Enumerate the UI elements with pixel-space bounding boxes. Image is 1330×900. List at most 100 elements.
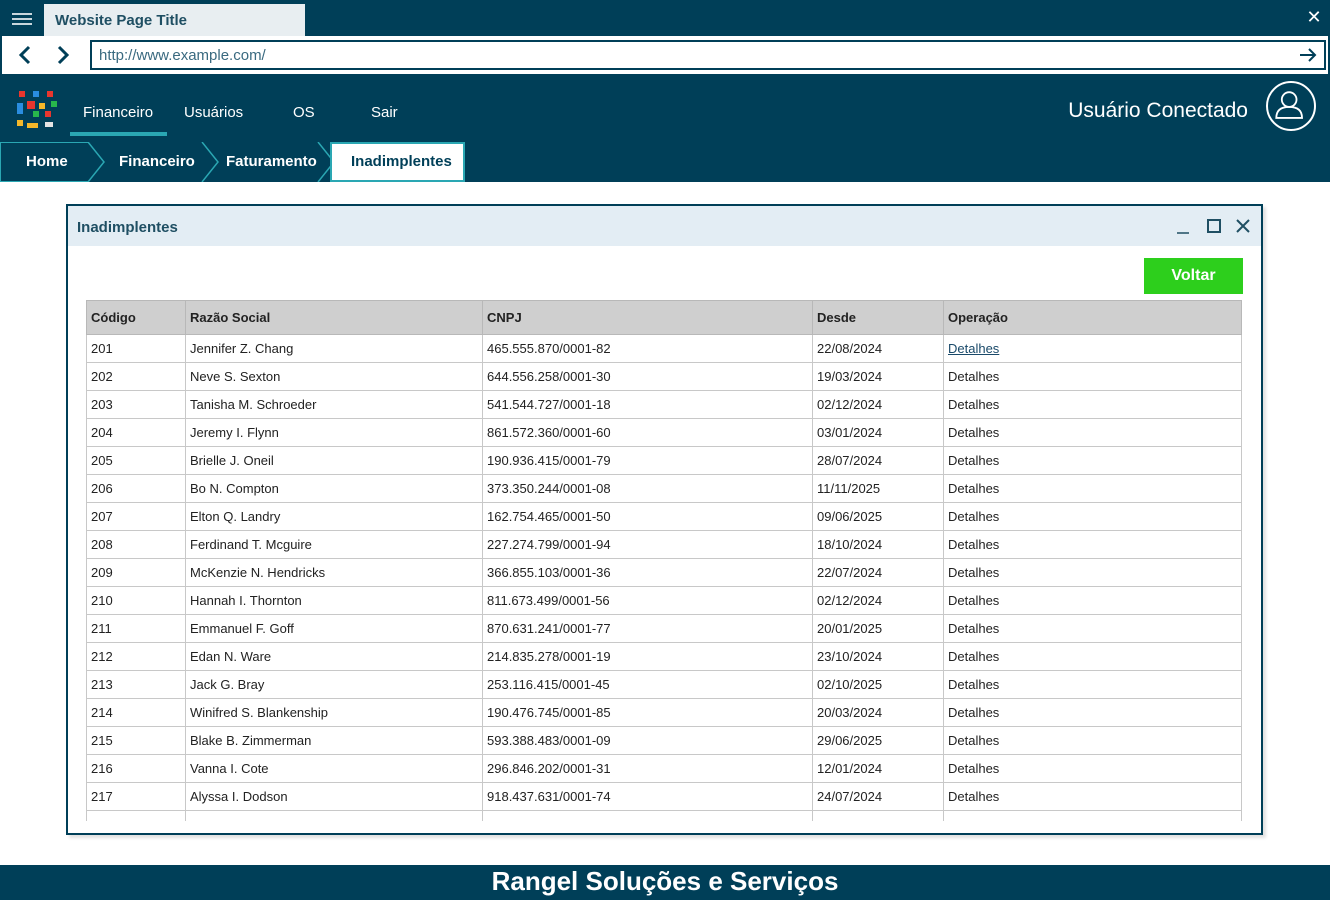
minimize-icon[interactable] (1173, 216, 1193, 236)
column-header-codigo[interactable]: Código (86, 300, 186, 335)
cell-razao-social: Bo N. Compton (185, 474, 483, 503)
table-row[interactable]: 203 Tanisha M. Schroeder 541.544.727/0001-… (86, 390, 1242, 419)
cell-razao-social: Blake B. Zimmerman (185, 726, 483, 755)
table-row[interactable]: 205 Brielle J. Oneil 190.936.415/0001-79 28… (86, 446, 1242, 475)
detalhes-link[interactable]: Detalhes (943, 614, 1242, 643)
browser-tab[interactable]: Website Page Title (44, 4, 305, 36)
cell-codigo: 207 (86, 502, 186, 531)
cell-razao-social: McKenzie N. Hendricks (185, 558, 483, 587)
nav-item-usuarios[interactable]: Usuários (184, 104, 243, 136)
detalhes-link[interactable]: Detalhes (943, 726, 1242, 755)
cell-cnpj: 644.556.258/0001-30 (482, 362, 813, 391)
cell-desde: 03/01/2024 (812, 418, 944, 447)
detalhes-link[interactable]: Detalhes (943, 558, 1242, 587)
detalhes-link[interactable]: Detalhes (943, 698, 1242, 727)
cell-desde: 20/03/2024 (812, 698, 944, 727)
cell-codigo: 213 (86, 670, 186, 699)
detalhes-link[interactable]: Detalhes (943, 586, 1242, 615)
table-row[interactable]: 214 Winifred S. Blankenship 190.476.745/00… (86, 698, 1242, 727)
table-row[interactable]: 210 Hannah I. Thornton 811.673.499/0001-56… (86, 586, 1242, 615)
column-header-cnpj[interactable]: CNPJ (482, 300, 813, 335)
user-avatar-icon[interactable] (1266, 81, 1316, 131)
detalhes-link[interactable]: Detalhes (943, 502, 1242, 531)
table-row[interactable]: 206 Bo N. Compton 373.350.244/0001-08 11/11… (86, 474, 1242, 503)
back-arrow-icon[interactable] (14, 43, 38, 67)
maximize-icon[interactable] (1204, 216, 1224, 236)
table-row[interactable]: 211 Emmanuel F. Goff 870.631.241/0001-77 20… (86, 614, 1242, 643)
detalhes-link[interactable]: Detalhes (943, 530, 1242, 559)
cell-cnpj: 162.754.465/0001-50 (482, 502, 813, 531)
connected-user-label: Usuário Conectado (1068, 99, 1248, 122)
detalhes-link[interactable]: Detalhes (943, 642, 1242, 671)
breadcrumb-chevron-icon (87, 142, 105, 182)
column-header-desde[interactable]: Desde (812, 300, 944, 335)
hamburger-menu-icon[interactable] (12, 10, 32, 26)
dialog-title: Inadimplentes (77, 219, 178, 236)
cell-desde: 29/06/2025 (812, 726, 944, 755)
breadcrumb-financeiro[interactable]: Financeiro (119, 142, 195, 182)
column-header-operacao[interactable]: Operação (943, 300, 1242, 335)
dialog-title-bar: Inadimplentes (68, 206, 1261, 246)
cell-codigo: 214 (86, 698, 186, 727)
close-icon[interactable] (1233, 216, 1253, 236)
detalhes-link[interactable]: Detalhes (943, 362, 1242, 391)
cell-desde: 23/10/2024 (812, 642, 944, 671)
cell-codigo (86, 810, 186, 821)
detalhes-link[interactable]: Detalhes (943, 670, 1242, 699)
detalhes-link[interactable]: Detalhes (943, 474, 1242, 503)
cell-razao-social: Vanna I. Cote (185, 754, 483, 783)
cell-razao-social (185, 810, 483, 821)
go-arrow-icon[interactable] (1298, 45, 1318, 65)
cell-cnpj: 465.555.870/0001-82 (482, 334, 813, 363)
table-row[interactable]: 215 Blake B. Zimmerman 593.388.483/0001-09… (86, 726, 1242, 755)
cell-razao-social: Hannah I. Thornton (185, 586, 483, 615)
detalhes-link[interactable]: Detalhes (943, 334, 1242, 363)
cell-codigo: 217 (86, 782, 186, 811)
close-window-icon[interactable]: ✕ (1306, 8, 1322, 26)
detalhes-link[interactable] (943, 810, 1242, 821)
detalhes-link[interactable]: Detalhes (943, 754, 1242, 783)
table-row[interactable]: 212 Edan N. Ware 214.835.278/0001-19 23/10/… (86, 642, 1242, 671)
cell-cnpj: 541.544.727/0001-18 (482, 390, 813, 419)
cell-cnpj: 214.835.278/0001-19 (482, 642, 813, 671)
cell-desde: 24/07/2024 (812, 782, 944, 811)
table-row[interactable]: 217 Alyssa I. Dodson 918.437.631/0001-74 24… (86, 782, 1242, 811)
cell-cnpj: 253.116.415/0001-45 (482, 670, 813, 699)
table-row[interactable]: 202 Neve S. Sexton 644.556.258/0001-30 19/0… (86, 362, 1242, 391)
cell-desde: 02/12/2024 (812, 390, 944, 419)
inadimplentes-dialog: Inadimplentes Voltar Código Razão Social… (66, 204, 1263, 835)
table-row[interactable]: 216 Vanna I. Cote 296.846.202/0001-31 12/01… (86, 754, 1242, 783)
browser-tab-bar: Website Page Title ✕ (0, 0, 1330, 36)
table-header-row: Código Razão Social CNPJ Desde Operação (86, 300, 1242, 335)
table-row[interactable]: 204 Jeremy I. Flynn 861.572.360/0001-60 03/… (86, 418, 1242, 447)
table-row[interactable] (86, 810, 1242, 821)
cell-razao-social: Edan N. Ware (185, 642, 483, 671)
cell-codigo: 211 (86, 614, 186, 643)
detalhes-link[interactable]: Detalhes (943, 390, 1242, 419)
table-row[interactable]: 213 Jack G. Bray 253.116.415/0001-45 02/10/… (86, 670, 1242, 699)
table-row[interactable]: 209 McKenzie N. Hendricks 366.855.103/0001… (86, 558, 1242, 587)
forward-arrow-icon[interactable] (50, 43, 74, 67)
cell-cnpj: 870.631.241/0001-77 (482, 614, 813, 643)
cell-codigo: 204 (86, 418, 186, 447)
voltar-button[interactable]: Voltar (1144, 258, 1243, 294)
detalhes-link[interactable]: Detalhes (943, 782, 1242, 811)
nav-item-os[interactable]: OS (293, 104, 315, 136)
table-row[interactable]: 201 Jennifer Z. Chang 465.555.870/0001-82 2… (86, 334, 1242, 363)
cell-razao-social: Brielle J. Oneil (185, 446, 483, 475)
nav-item-financeiro[interactable]: Financeiro (70, 104, 167, 136)
nav-item-sair[interactable]: Sair (371, 104, 398, 136)
breadcrumb-faturamento[interactable]: Faturamento (226, 142, 317, 182)
inadimplentes-table-container: Código Razão Social CNPJ Desde Operação … (86, 300, 1242, 821)
url-bar (90, 40, 1326, 70)
breadcrumb-home[interactable]: Home (0, 142, 88, 182)
detalhes-link[interactable]: Detalhes (943, 446, 1242, 475)
column-header-razao-social[interactable]: Razão Social (185, 300, 483, 335)
table-row[interactable]: 207 Elton Q. Landry 162.754.465/0001-50 09/… (86, 502, 1242, 531)
url-input[interactable] (92, 42, 1282, 68)
cell-cnpj: 227.274.799/0001-94 (482, 530, 813, 559)
table-row[interactable]: 208 Ferdinand T. Mcguire 227.274.799/0001-… (86, 530, 1242, 559)
app-header: Financeiro Usuários OS Sair Usuário Cone… (0, 76, 1330, 182)
cell-desde: 09/06/2025 (812, 502, 944, 531)
detalhes-link[interactable]: Detalhes (943, 418, 1242, 447)
